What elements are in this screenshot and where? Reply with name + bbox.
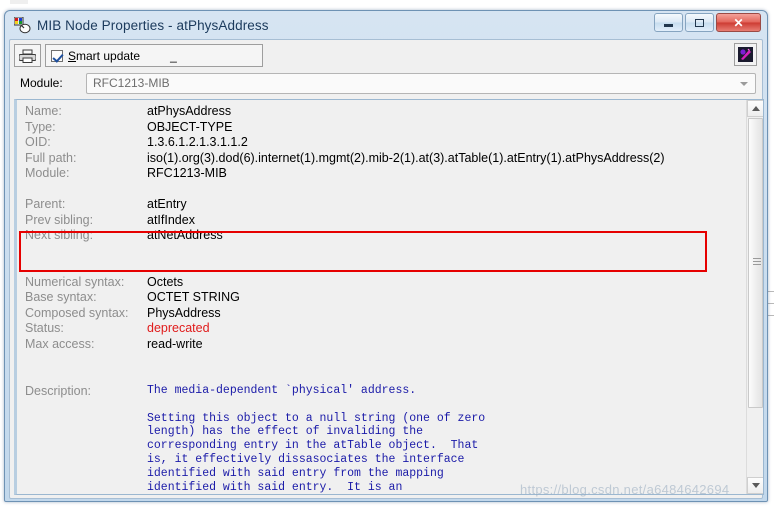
mib-node-properties-window: MIB Node Properties - atPhysAddress ✕ Sm… bbox=[4, 10, 768, 502]
property-label: Numerical syntax: bbox=[25, 274, 125, 289]
description-text: The media-dependent `physical' address. … bbox=[147, 384, 486, 494]
scroll-up-icon bbox=[751, 106, 760, 111]
property-value: read-write bbox=[147, 336, 203, 351]
property-value: atPhysAddress bbox=[147, 104, 232, 118]
watermark-text: https://blog.csdn.net/a6484642694 bbox=[520, 482, 730, 497]
scroll-down-button[interactable] bbox=[747, 477, 763, 494]
maximize-button[interactable] bbox=[685, 13, 714, 32]
screen-edge-fragment bbox=[10, 0, 28, 4]
property-row-module: Module: RFC1213-MIB bbox=[25, 166, 747, 182]
property-label: Status: bbox=[25, 321, 64, 335]
title-bar[interactable]: MIB Node Properties - atPhysAddress ✕ bbox=[9, 11, 763, 39]
property-label: Next sibling: bbox=[25, 228, 94, 242]
chevron-down-icon bbox=[740, 81, 748, 86]
property-row-type: Type: OBJECT-TYPE bbox=[25, 120, 747, 136]
row-spacer bbox=[25, 182, 747, 198]
close-button[interactable]: ✕ bbox=[716, 13, 761, 32]
property-row-base-syntax: Base syntax: OCTET STRING bbox=[25, 290, 747, 306]
scroll-down-icon bbox=[751, 483, 760, 488]
row-spacer bbox=[25, 259, 747, 275]
property-label: Max access: bbox=[25, 336, 95, 351]
property-label: Parent: bbox=[25, 197, 66, 211]
client-area: Smart update _ Module: RFC1213-MIB Name:… bbox=[9, 39, 764, 499]
smart-update-text: mart update bbox=[76, 48, 141, 63]
property-row-full-path: Full path: iso(1).org(3).dod(6).internet… bbox=[25, 151, 747, 167]
property-row-status: Status: deprecated bbox=[25, 321, 747, 337]
smart-update-group[interactable]: Smart update _ bbox=[45, 44, 263, 67]
smart-update-checkbox[interactable] bbox=[51, 49, 63, 62]
property-value: atNetAddress bbox=[147, 228, 223, 242]
module-selected-value: RFC1213-MIB bbox=[93, 76, 170, 90]
minimize-icon bbox=[664, 23, 673, 27]
smart-update-label: Smart update bbox=[68, 49, 140, 63]
property-row-next-sibling: Next sibling: atNetAddress bbox=[25, 228, 747, 244]
property-value: atIfIndex bbox=[147, 212, 195, 227]
scroll-grip-icon bbox=[753, 258, 761, 268]
module-label: Module: bbox=[20, 76, 63, 90]
row-spacer bbox=[25, 352, 747, 368]
window-controls: ✕ bbox=[654, 13, 761, 32]
scroll-up-button[interactable] bbox=[747, 100, 763, 117]
module-combobox[interactable]: RFC1213-MIB bbox=[86, 72, 756, 94]
property-label: Name: bbox=[25, 104, 62, 118]
property-value: OBJECT-TYPE bbox=[147, 119, 233, 134]
property-label: OID: bbox=[25, 135, 51, 149]
window-title: MIB Node Properties - atPhysAddress bbox=[37, 17, 269, 33]
status-badge: deprecated bbox=[147, 321, 210, 335]
property-value: PhysAddress bbox=[147, 305, 221, 320]
scroll-thumb[interactable] bbox=[748, 118, 763, 408]
property-value: 1.3.6.1.2.1.3.1.1.2 bbox=[147, 135, 248, 149]
vertical-scrollbar[interactable] bbox=[746, 100, 763, 494]
property-value: OCTET STRING bbox=[147, 290, 240, 304]
property-value: RFC1213-MIB bbox=[147, 166, 227, 180]
property-row-prev-sibling: Prev sibling: atIfIndex bbox=[25, 213, 747, 229]
property-label: Prev sibling: bbox=[25, 212, 94, 227]
node-details-pane: Name: atPhysAddress Type: OBJECT-TYPE OI… bbox=[14, 99, 764, 495]
property-label: Full path: bbox=[25, 150, 77, 165]
property-value: Octets bbox=[147, 274, 184, 289]
module-row: Module: RFC1213-MIB bbox=[10, 70, 762, 96]
property-row-parent: Parent: atEntry bbox=[25, 197, 747, 213]
property-value: atEntry bbox=[147, 197, 187, 211]
property-row-numerical-syntax: Numerical syntax: Octets bbox=[25, 275, 747, 291]
magic-wand-button[interactable] bbox=[734, 43, 757, 66]
magic-wand-icon bbox=[738, 47, 753, 62]
description-row: Description: The media-dependent `physic… bbox=[25, 384, 747, 494]
property-label: Composed syntax: bbox=[25, 305, 129, 320]
smart-update-extra-text: _ bbox=[170, 48, 177, 63]
property-label: Module: bbox=[25, 166, 70, 180]
node-details-content: Name: atPhysAddress Type: OBJECT-TYPE OI… bbox=[17, 100, 747, 494]
print-button[interactable] bbox=[14, 44, 41, 67]
property-row-name: Name: atPhysAddress bbox=[25, 104, 747, 120]
mib-node-icon bbox=[13, 16, 31, 34]
property-value: iso(1).org(3).dod(6).internet(1).mgmt(2)… bbox=[147, 150, 665, 165]
row-spacer bbox=[25, 244, 747, 260]
property-row-composed-syntax: Composed syntax: PhysAddress bbox=[25, 306, 747, 322]
close-icon: ✕ bbox=[733, 15, 744, 30]
property-row-oid: OID: 1.3.6.1.2.1.3.1.1.2 bbox=[25, 135, 747, 151]
smart-update-accel: S bbox=[68, 48, 77, 63]
printer-icon bbox=[18, 49, 37, 63]
property-label: Type: bbox=[25, 119, 56, 134]
property-row-max-access: Max access: read-write bbox=[25, 337, 747, 353]
description-label: Description: bbox=[25, 384, 91, 398]
maximize-icon bbox=[695, 18, 704, 27]
minimize-button[interactable] bbox=[654, 13, 683, 32]
toolbar: Smart update _ bbox=[10, 40, 762, 68]
row-spacer bbox=[25, 368, 747, 384]
property-label: Base syntax: bbox=[25, 290, 97, 304]
